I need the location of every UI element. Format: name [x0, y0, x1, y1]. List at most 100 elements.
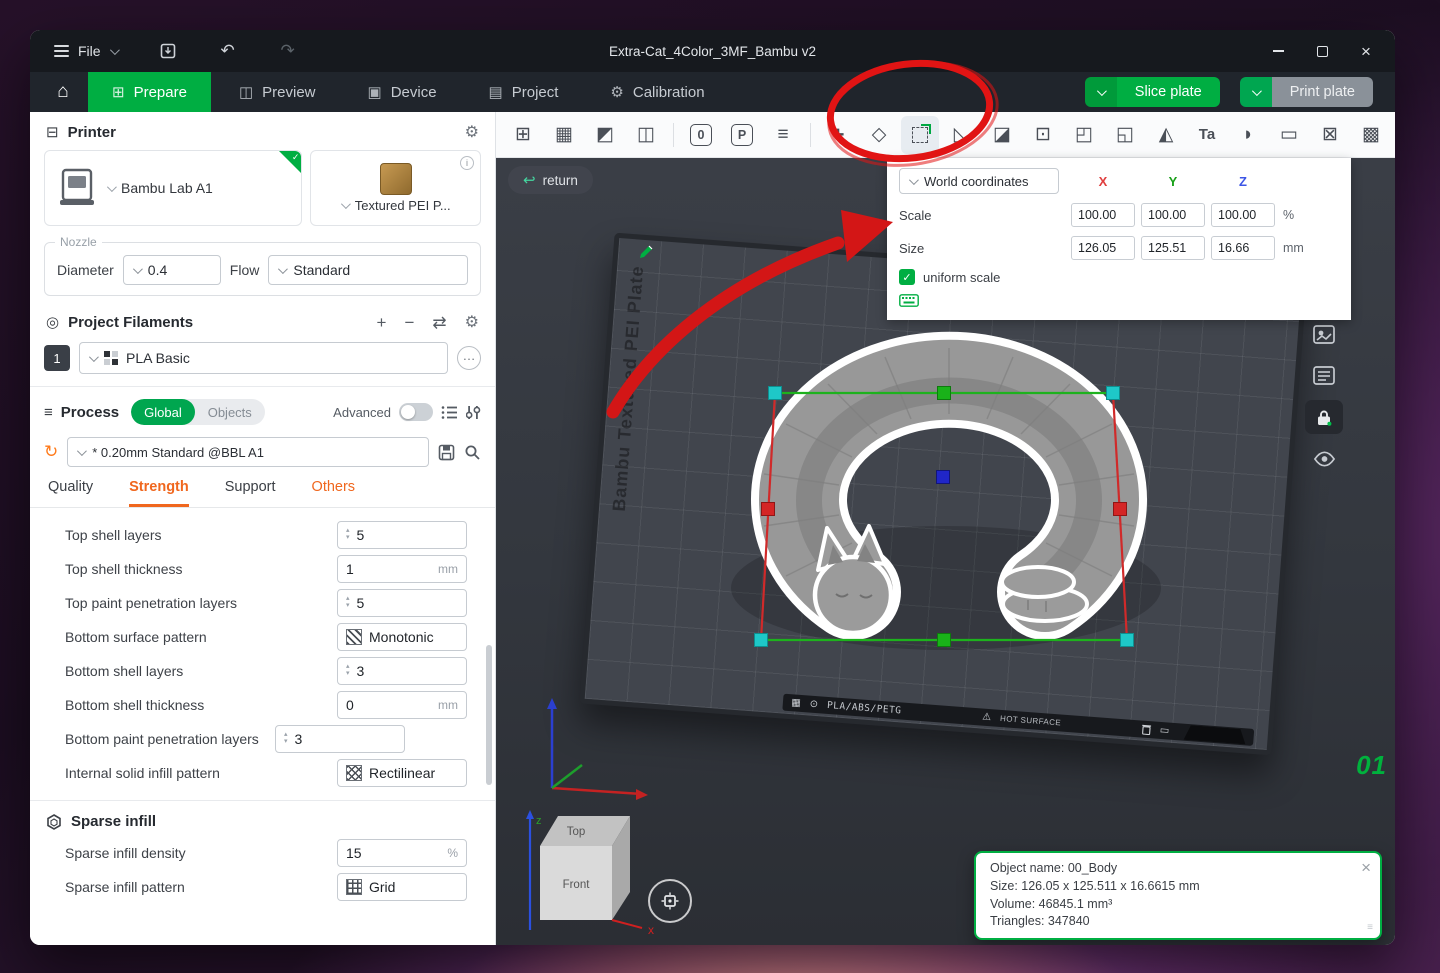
scale-x-input[interactable]: 100.00	[1071, 203, 1135, 227]
param-list-icon[interactable]	[441, 405, 458, 420]
corner-handle[interactable]	[755, 634, 768, 647]
printer-card[interactable]: Bambu Lab A1 ✓	[44, 150, 302, 226]
print-dropdown-button[interactable]	[1240, 77, 1272, 107]
x-axis-handle[interactable]	[762, 503, 775, 516]
scale-y-input[interactable]: 100.00	[1141, 203, 1205, 227]
add-object-icon[interactable]: ⊞	[504, 116, 542, 154]
sparse-infill-pattern-select[interactable]: Grid	[337, 873, 467, 901]
printer-settings-gear-icon[interactable]: ⚙	[465, 122, 479, 142]
color-paint-icon[interactable]: ◗	[1229, 116, 1267, 154]
corner-handle[interactable]	[1107, 387, 1120, 400]
spinner-arrows[interactable]: ▴▾	[284, 732, 288, 745]
tab-support[interactable]: Support	[225, 479, 276, 507]
nozzle-diameter-select[interactable]: 0.4	[123, 255, 221, 285]
sidebar-scrollbar[interactable]	[486, 645, 492, 785]
bottom-surface-pattern-select[interactable]: Monotonic	[337, 623, 467, 651]
lock-button[interactable]	[1305, 400, 1343, 434]
top-shell-thickness-input[interactable]: 1mm	[337, 555, 467, 583]
text-tool-icon[interactable]: Ta	[1188, 116, 1226, 154]
tab-preview[interactable]: ◫Preview	[215, 72, 340, 112]
minimize-button[interactable]	[1259, 36, 1297, 66]
clone-icon[interactable]: ⊡	[1024, 116, 1062, 154]
corner-handle[interactable]	[769, 387, 782, 400]
auto-arrange-icon[interactable]: ▦	[545, 116, 583, 154]
file-menu-button[interactable]: File	[46, 39, 125, 63]
filament-settings-gear-icon[interactable]: ⚙	[465, 312, 479, 332]
spinner-arrows[interactable]: ▴▾	[346, 596, 350, 609]
measure-icon[interactable]: ▭	[1270, 116, 1308, 154]
bottom-paint-penetration-layers-input[interactable]: ▴▾3	[275, 725, 405, 753]
save-preset-icon[interactable]	[438, 444, 455, 461]
support-paint-icon[interactable]: ⊠	[1311, 116, 1349, 154]
preview-eye-button[interactable]	[1306, 443, 1342, 475]
size-z-input[interactable]: 16.66	[1211, 236, 1275, 260]
flow-select[interactable]: Standard	[268, 255, 468, 285]
p-badge-icon[interactable]: P	[723, 116, 761, 154]
auto-orient-icon[interactable]: ◩	[586, 116, 624, 154]
scale-icon[interactable]	[901, 116, 939, 154]
spinner-arrows[interactable]: ▴▾	[346, 664, 350, 677]
tab-others[interactable]: Others	[312, 479, 356, 507]
save-button[interactable]	[151, 36, 185, 66]
lay-on-face-icon[interactable]: ◺	[942, 116, 980, 154]
split-plate-icon[interactable]: ◫	[627, 116, 665, 154]
redo-button[interactable]: ↷	[271, 36, 305, 66]
internal-solid-infill-pattern-select[interactable]: Rectilinear	[337, 759, 467, 787]
info-icon[interactable]: i	[460, 156, 474, 170]
home-button[interactable]: ⌂	[42, 72, 84, 112]
reset-preset-icon[interactable]: ↻	[44, 442, 58, 462]
global-option[interactable]: Global	[131, 399, 195, 425]
tab-project[interactable]: ▤Project	[465, 72, 583, 112]
undo-button[interactable]: ↶	[211, 36, 245, 66]
advanced-toggle[interactable]	[399, 403, 433, 421]
zero-badge-icon[interactable]: 0	[682, 116, 720, 154]
tab-quality[interactable]: Quality	[48, 479, 93, 507]
maximize-button[interactable]	[1303, 36, 1341, 66]
close-button[interactable]: ×	[1347, 36, 1385, 66]
move-icon[interactable]: +	[819, 116, 857, 154]
variable-layer-height-icon[interactable]: ≡	[764, 116, 802, 154]
filament-more-button[interactable]: …	[457, 346, 481, 370]
plate-settings-button[interactable]	[1306, 318, 1342, 350]
view-control-button[interactable]	[648, 879, 692, 923]
search-preset-icon[interactable]	[464, 444, 481, 461]
tab-calibration[interactable]: ⚙Calibration	[586, 72, 728, 112]
scale-z-input[interactable]: 100.00	[1211, 203, 1275, 227]
return-button[interactable]: ↩ return	[508, 166, 593, 194]
uniform-scale-checkbox[interactable]: ✓	[899, 269, 915, 285]
objects-option[interactable]: Objects	[195, 399, 265, 425]
split-to-parts-icon[interactable]: ◱	[1106, 116, 1144, 154]
tab-prepare[interactable]: ⊞Prepare	[88, 72, 211, 112]
top-paint-penetration-layers-input[interactable]: ▴▾5	[337, 589, 467, 617]
size-y-input[interactable]: 125.51	[1141, 236, 1205, 260]
plate-edit-icon[interactable]	[637, 243, 655, 261]
bottom-shell-thickness-input[interactable]: 0mm	[337, 691, 467, 719]
tab-strength[interactable]: Strength	[129, 479, 189, 507]
seam-paint-icon[interactable]: ▩	[1352, 116, 1390, 154]
plate-list-button[interactable]	[1306, 359, 1342, 391]
size-x-input[interactable]: 126.05	[1071, 236, 1135, 260]
y-axis-handle[interactable]	[938, 634, 951, 647]
spinner-arrows[interactable]: ▴▾	[346, 528, 350, 541]
plate-type-card[interactable]: i Textured PEI P...	[310, 150, 481, 226]
remove-filament-button[interactable]: −	[404, 314, 414, 331]
coordinate-system-select[interactable]: World coordinates	[899, 168, 1059, 194]
bottom-shell-layers-input[interactable]: ▴▾3	[337, 657, 467, 685]
param-filter-icon[interactable]	[466, 405, 481, 420]
filament-select[interactable]: PLA Basic	[79, 342, 448, 374]
corner-handle[interactable]	[1121, 634, 1134, 647]
keyboard-icon[interactable]	[899, 294, 919, 307]
delete-plate-icon[interactable]	[1141, 724, 1151, 736]
print-plate-button[interactable]: Print plate	[1272, 77, 1373, 107]
x-axis-handle[interactable]	[1114, 503, 1127, 516]
add-filament-button[interactable]: +	[377, 314, 387, 331]
close-icon[interactable]: ×	[1361, 859, 1371, 876]
sparse-infill-density-input[interactable]: 15%	[337, 839, 467, 867]
slice-plate-button[interactable]: Slice plate	[1117, 77, 1220, 107]
top-shell-layers-input[interactable]: ▴▾5	[337, 521, 467, 549]
mesh-boolean-icon[interactable]: ◭	[1147, 116, 1185, 154]
slice-dropdown-button[interactable]	[1085, 77, 1117, 107]
y-axis-handle[interactable]	[938, 387, 951, 400]
lock-plate-icon[interactable]: ▭	[1159, 725, 1169, 736]
rotate-icon[interactable]: ◇	[860, 116, 898, 154]
